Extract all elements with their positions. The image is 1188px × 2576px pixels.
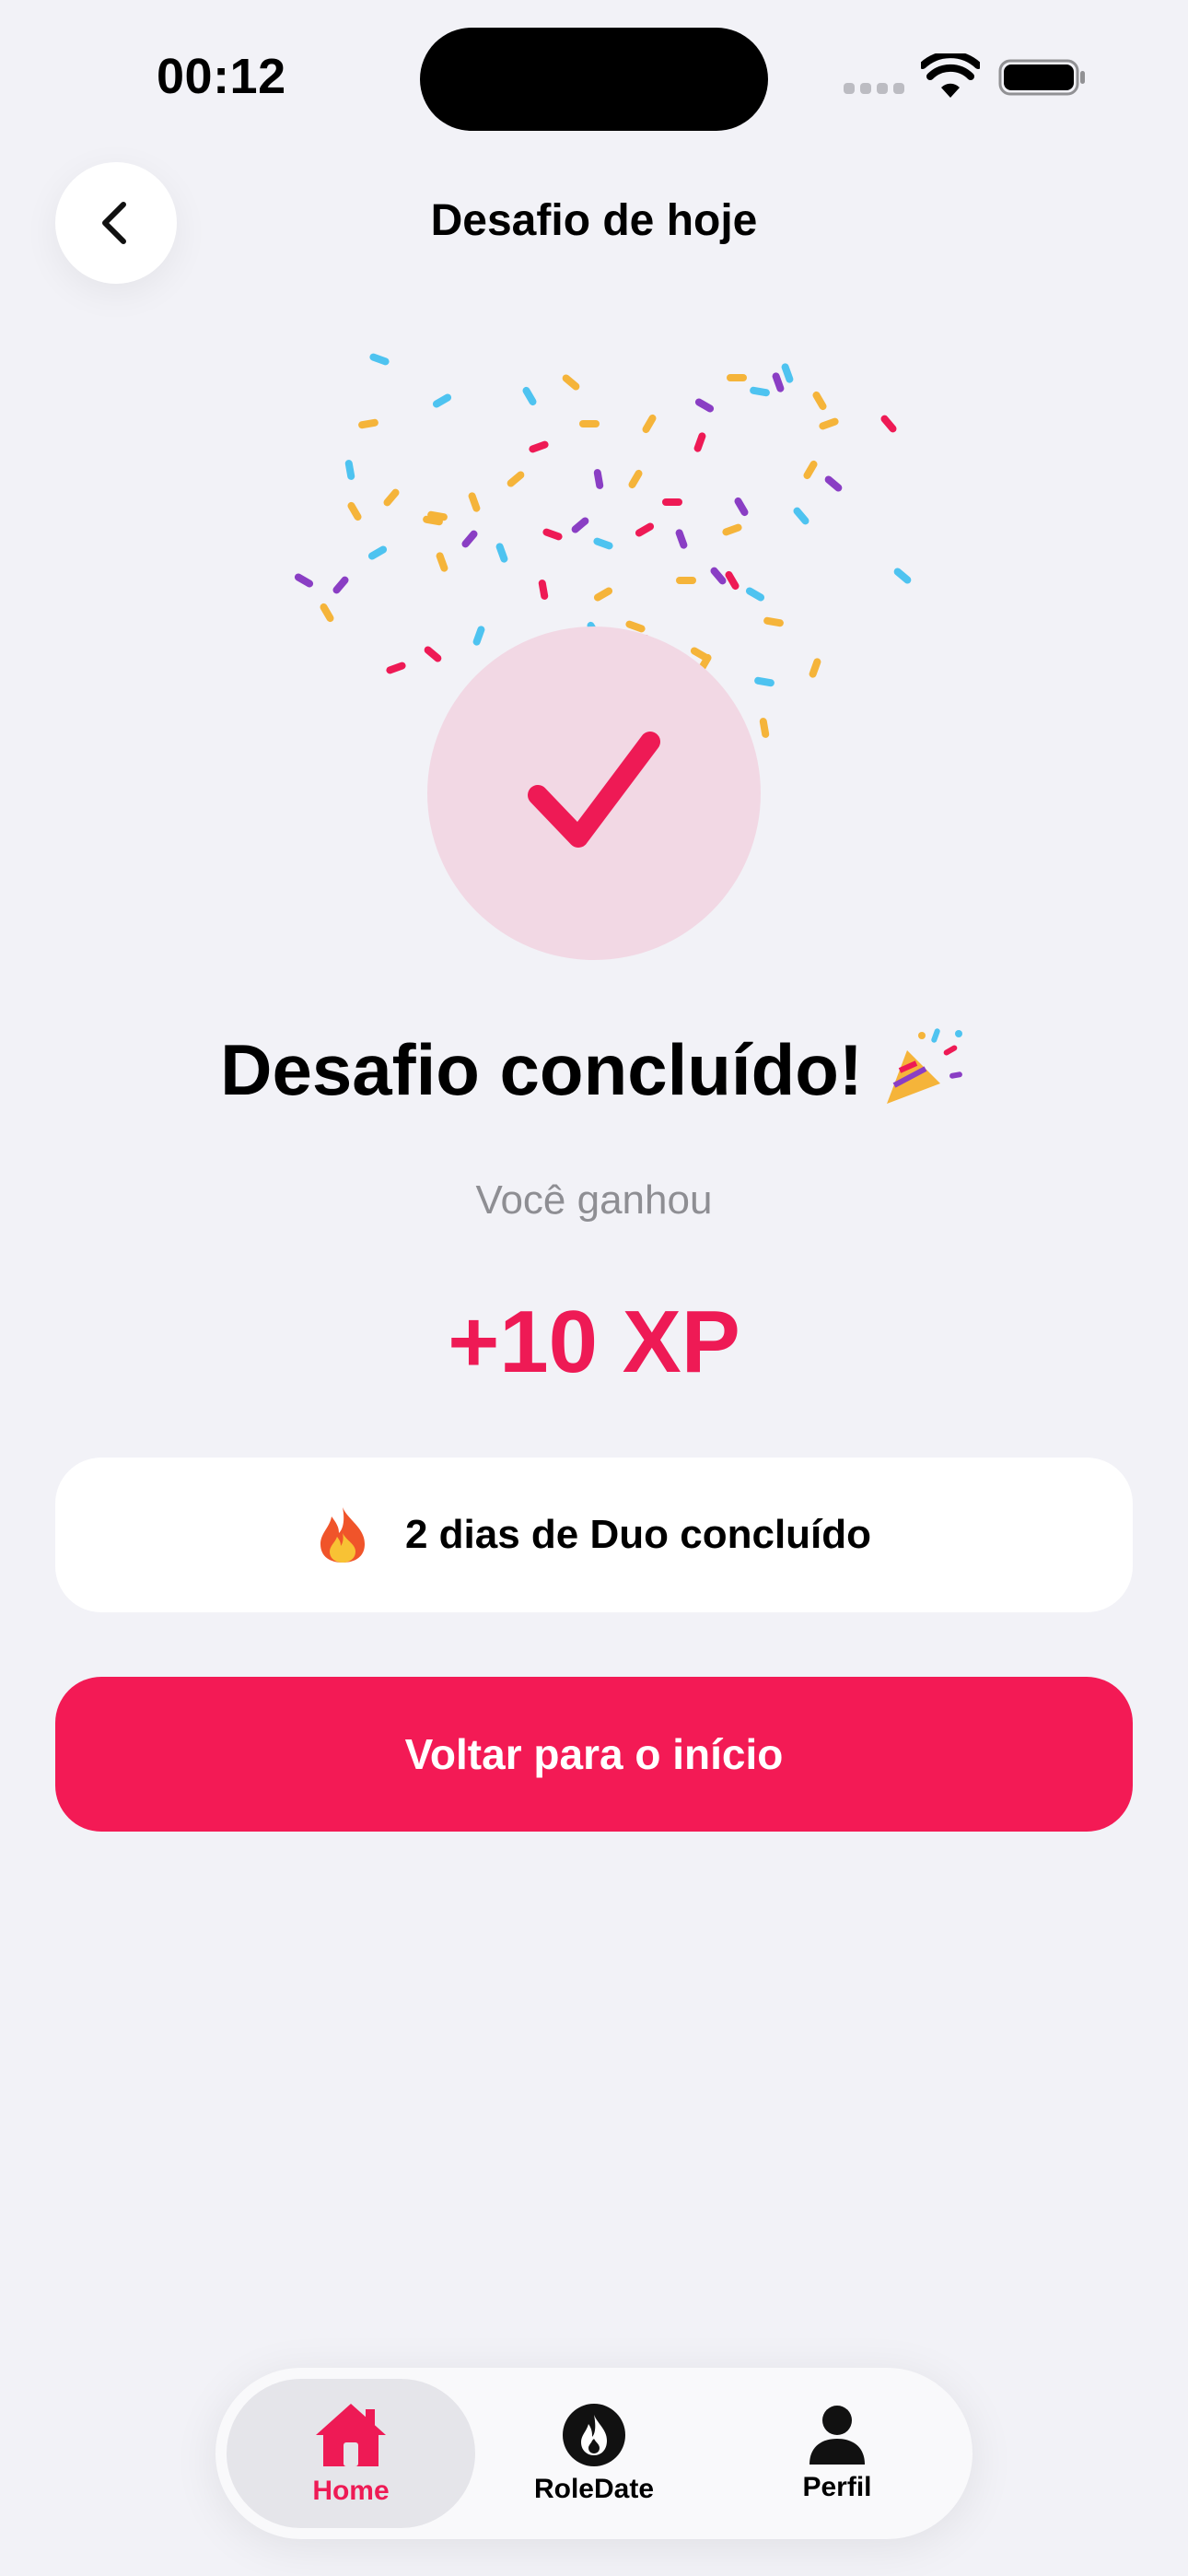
success-headline: Desafio concluído! (0, 1023, 1188, 1129)
status-time: 00:12 (157, 49, 286, 104)
fire-icon (320, 1507, 365, 1563)
tab-perfil[interactable]: Perfil (713, 2379, 961, 2528)
reward-caption: Você ganhou (475, 1177, 713, 1223)
flame-badge-icon (563, 2404, 625, 2466)
party-popper-icon (879, 1023, 968, 1129)
back-to-home-button[interactable]: Voltar para o início (55, 1677, 1133, 1832)
cellular-signal-icon (844, 81, 904, 94)
tab-label: RoleDate (533, 2474, 655, 2504)
tab-bar: Home RoleDate Perfil (215, 2368, 973, 2539)
tab-label: Home (312, 2476, 390, 2506)
success-badge (427, 626, 761, 960)
home-icon (316, 2404, 386, 2466)
page-title: Desafio de hoje (430, 196, 758, 245)
streak-card: 2 dias de Duo concluído (55, 1458, 1133, 1612)
streak-text: 2 dias de Duo concluído (404, 1512, 872, 1557)
xp-reward: +10 XP (448, 1293, 740, 1391)
tab-home[interactable]: Home (227, 2379, 475, 2528)
tab-roledate[interactable]: RoleDate (470, 2379, 718, 2528)
dynamic-island (420, 28, 768, 131)
headline-text: Desafio concluído! (220, 1029, 863, 1111)
tab-label: Perfil (802, 2472, 872, 2502)
person-icon (809, 2406, 865, 2465)
checkmark-icon (528, 732, 660, 848)
wifi-icon (921, 53, 980, 98)
battery-icon (998, 59, 1085, 96)
